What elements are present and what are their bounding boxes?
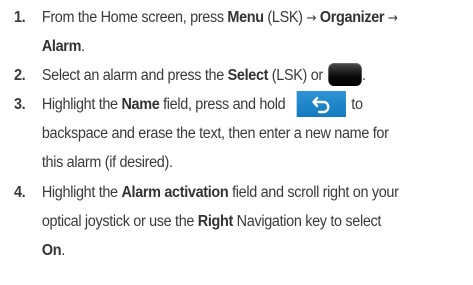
step-line: this alarm (if desired). [41,154,173,171]
step-number: 4. [13,184,26,201]
step-line: Highlight the Name field, press and hold… [42,90,470,119]
step-text: Highlight the Alarm activation field and… [42,178,470,265]
instruction-list: 1. From the Home screen, press Menu (LSK… [0,0,440,285]
step-line: Alarm. [41,38,85,55]
select-key-icon [328,63,362,86]
step-line: From the Home screen, press Menu (LSK) →… [41,9,398,26]
alarm-term: Alarm [41,38,82,55]
step-line: Select an alarm and press the Select (LS… [42,61,470,90]
step-number: 3. [13,96,26,113]
alarm-activation-term: Alarm activation [121,184,229,201]
step-text: Highlight the Name field, press and hold… [42,90,470,177]
step-text: From the Home screen, press Menu (LSK) →… [42,3,470,61]
arrow-right-icon: → [387,11,398,26]
organizer-term: Organizer [319,9,385,26]
on-term: On [41,242,62,259]
step-line: Highlight the Alarm activation field and… [41,184,399,201]
step-text: Select an alarm and press the Select (LS… [42,61,470,90]
arrow-right-icon: → [306,11,317,26]
name-term: Name [121,96,160,113]
menu-term: Menu [227,9,264,26]
step-number: 1. [13,9,26,26]
right-term: Right [197,213,234,230]
step-line: optical joystick or use the Right Naviga… [41,213,382,230]
step-number: 2. [13,67,26,84]
back-key-icon [296,91,346,117]
select-term: Select [227,67,269,84]
step-line: On. [41,242,65,259]
step-line: backspace and erase the text, then enter… [41,125,389,142]
